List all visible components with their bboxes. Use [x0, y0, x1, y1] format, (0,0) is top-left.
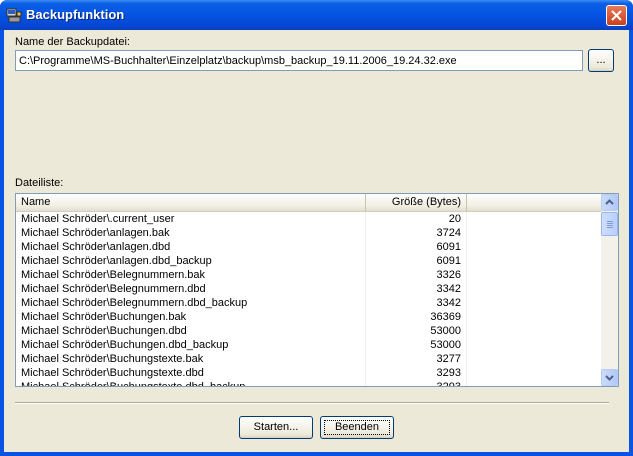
column-header-name[interactable]: Name: [16, 194, 366, 211]
file-name-cell: Michael Schröder\Buchungen.bak: [16, 310, 366, 324]
table-row[interactable]: Michael Schröder\Buchungen.dbd_backup 530…: [16, 338, 602, 352]
file-name-cell: Michael Schröder\Buchungen.dbd_backup: [16, 338, 366, 352]
focus-ring: [324, 420, 390, 435]
filename-label: Name der Backupdatei:: [15, 36, 130, 48]
close-icon: [611, 10, 622, 21]
table-row[interactable]: Michael Schröder\Belegnummern.dbd 3342: [16, 282, 602, 296]
file-size-cell: 3342: [366, 296, 467, 310]
chevron-down-icon: [605, 375, 614, 381]
file-size-cell: 3277: [366, 352, 467, 366]
column-header-filler: [467, 194, 602, 211]
file-size-cell: 3293: [366, 366, 467, 380]
table-row[interactable]: Michael Schröder\anlagen.bak 3724: [16, 226, 602, 240]
file-name-cell: Michael Schröder\Buchungstexte.dbd: [16, 366, 366, 380]
table-row[interactable]: Michael Schröder\Buchungstexte.dbd 3293: [16, 366, 602, 380]
file-list[interactable]: Name Größe (Bytes) Michael Schröder\.cur…: [15, 193, 619, 387]
table-row[interactable]: Michael Schröder\Buchungstexte.dbd_backu…: [16, 380, 602, 386]
file-name-cell: Michael Schröder\.current_user: [16, 212, 366, 226]
file-name-cell: Michael Schröder\Buchungen.dbd: [16, 324, 366, 338]
file-list-rows: Michael Schröder\.current_user 20 Michael …: [16, 212, 602, 386]
file-name-cell: Michael Schröder\anlagen.bak: [16, 226, 366, 240]
file-size-cell: 3326: [366, 268, 467, 282]
table-row[interactable]: Michael Schröder\Buchungen.bak 36369: [16, 310, 602, 324]
dialog-client-area: Name der Backupdatei: ... Dateiliste: Na…: [4, 30, 629, 452]
file-name-cell: Michael Schröder\Belegnummern.dbd: [16, 282, 366, 296]
table-row[interactable]: Michael Schröder\Belegnummern.dbd_backup…: [16, 296, 602, 310]
file-name-cell: Michael Schröder\Buchungstexte.bak: [16, 352, 366, 366]
scroll-down-button[interactable]: [601, 369, 618, 386]
backup-dialog-window: Backupfunktion Name der Backupdatei: ...…: [0, 0, 633, 456]
table-row[interactable]: Michael Schröder\anlagen.dbd 6091: [16, 240, 602, 254]
title-bar[interactable]: Backupfunktion: [0, 0, 633, 30]
table-row[interactable]: Michael Schröder\Buchungstexte.bak 3277: [16, 352, 602, 366]
table-row[interactable]: Michael Schröder\anlagen.dbd_backup 6091: [16, 254, 602, 268]
end-button[interactable]: Beenden: [320, 416, 394, 439]
file-size-cell: 20: [366, 212, 467, 226]
file-size-cell: 53000: [366, 338, 467, 352]
scroll-up-button[interactable]: [601, 194, 618, 211]
file-name-cell: Michael Schröder\anlagen.dbd_backup: [16, 254, 366, 268]
table-row[interactable]: Michael Schröder\Buchungen.dbd 53000: [16, 324, 602, 338]
start-button[interactable]: Starten...: [239, 416, 313, 439]
file-size-cell: 6091: [366, 254, 467, 268]
file-size-cell: 36369: [366, 310, 467, 324]
window-title: Backupfunktion: [26, 7, 125, 22]
filelist-label: Dateiliste:: [15, 177, 64, 189]
file-list-header: Name Größe (Bytes): [16, 194, 602, 212]
table-row[interactable]: Michael Schröder\.current_user 20: [16, 212, 602, 226]
separator-line: [15, 402, 609, 404]
file-name-cell: Michael Schröder\Belegnummern.dbd_backup: [16, 296, 366, 310]
file-name-cell: Michael Schröder\anlagen.dbd: [16, 240, 366, 254]
backup-filename-input[interactable]: [15, 50, 583, 71]
column-header-size[interactable]: Größe (Bytes): [366, 194, 467, 211]
backup-app-icon: [6, 8, 22, 23]
browse-button[interactable]: ...: [588, 49, 614, 72]
file-size-cell: 6091: [366, 240, 467, 254]
file-name-cell: Michael Schröder\Belegnummern.bak: [16, 268, 366, 282]
vertical-scrollbar[interactable]: [601, 194, 618, 386]
scroll-thumb[interactable]: [601, 212, 618, 236]
chevron-up-icon: [605, 199, 614, 205]
table-row[interactable]: Michael Schröder\Belegnummern.bak 3326: [16, 268, 602, 282]
file-size-cell: 3724: [366, 226, 467, 240]
file-name-cell: Michael Schröder\Buchungstexte.dbd_backu…: [16, 380, 366, 386]
file-size-cell: 3293: [366, 380, 467, 386]
file-size-cell: 3342: [366, 282, 467, 296]
close-button[interactable]: [606, 5, 627, 26]
file-size-cell: 53000: [366, 324, 467, 338]
